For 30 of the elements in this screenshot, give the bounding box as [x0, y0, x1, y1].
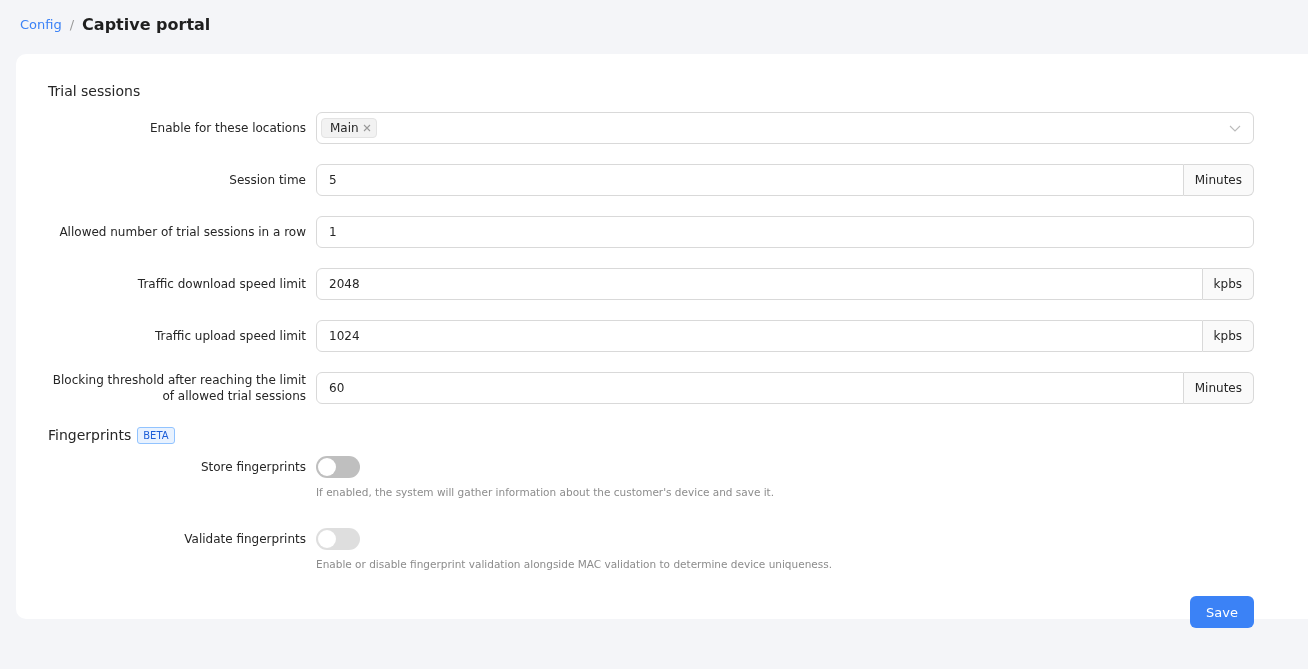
tag-label: Main [330, 121, 359, 135]
text-input[interactable]: 1024 [316, 320, 1203, 352]
section-title: Trial sessions [48, 83, 141, 99]
help-text: If enabled, the system will gather information about the customer's device and save it. [316, 486, 776, 498]
section-title: Fingerprints [48, 427, 132, 443]
field-label: Enable for these locations [149, 120, 307, 137]
unit-addon: kpbs [1202, 320, 1254, 352]
field-label: Allowed number of trial sessions in a row [58, 224, 307, 241]
text-input[interactable]: 2048 [316, 268, 1203, 300]
text-input[interactable]: 5 [316, 164, 1184, 196]
page-title: Captive portal [82, 14, 211, 34]
field-label: Traffic upload speed limit [154, 328, 307, 345]
field-label: Validate fingerprints [183, 531, 307, 548]
field-label: Session time [228, 172, 307, 189]
text-input[interactable]: 1 [316, 216, 1254, 248]
field-label: Traffic download speed limit [136, 276, 307, 293]
field-label: Store fingerprints [199, 459, 307, 476]
location-select[interactable]: Main [316, 112, 1254, 144]
unit-addon: kpbs [1202, 268, 1254, 300]
help-text: Enable or disable fingerprint validation alongside MAC validation to determine device uniqueness. [316, 558, 834, 570]
chevron-down-icon [1229, 124, 1241, 132]
text-input[interactable]: 60 [316, 372, 1184, 404]
remove-icon[interactable] [362, 124, 371, 132]
unit-addon: Minutes [1183, 164, 1254, 196]
field-label: Blocking threshold after reaching the limit of allowed trial sessions [51, 372, 307, 404]
unit-addon: Minutes [1183, 372, 1254, 404]
breadcrumb-separator: / [69, 16, 75, 32]
save-button[interactable]: Save [1190, 596, 1254, 628]
beta-badge: BETA [137, 426, 175, 444]
toggle-switch[interactable] [316, 456, 360, 478]
